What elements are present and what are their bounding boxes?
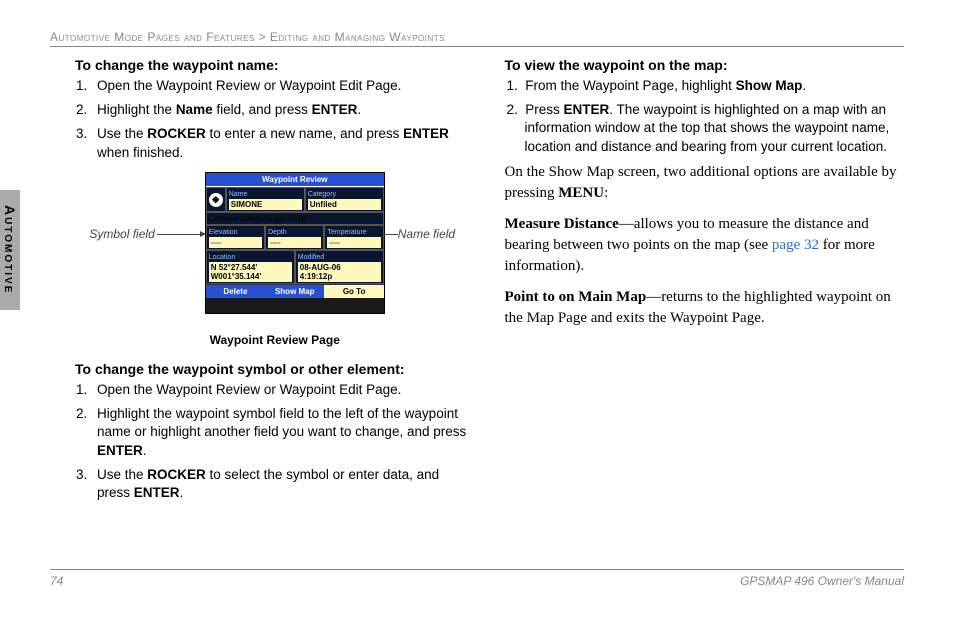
device-screenshot: Waypoint Review ◆ NameSIMONE CategoryUnf… — [205, 172, 385, 314]
step: 1. From the Waypoint Page, highlight Sho… — [525, 77, 905, 95]
page-link[interactable]: page 32 — [772, 237, 819, 253]
figure-waypoint-review: Symbol field Name field Waypoint Review … — [85, 172, 465, 327]
temperature-field: Temperature---- — [324, 225, 383, 250]
elevation-field: Elevation---- — [206, 225, 265, 250]
name-field: NameSIMONE — [226, 187, 305, 212]
step: Use the ROCKER to enter a new name, and … — [91, 125, 475, 161]
waypoint-symbol-icon: ◆ — [209, 193, 223, 207]
show-map-button: Show Map — [265, 285, 324, 298]
right-column: To view the waypoint on the map: 1. From… — [505, 57, 905, 512]
figure-caption: Waypoint Review Page — [75, 333, 475, 347]
breadcrumb: Automotive Mode Pages and Features > Edi… — [50, 30, 904, 47]
page-number: 74 — [50, 574, 63, 588]
comment-field: Comment08-AUG-06 10:19 — [206, 212, 384, 225]
location-field: LocationN 52°27.544'W001°35.144' — [206, 250, 295, 284]
body-text: Point to on Main Map—returns to the high… — [505, 287, 905, 329]
left-column: To change the waypoint name: Open the Wa… — [75, 57, 475, 512]
footer-title: GPSMAP 496 Owner's Manual — [740, 574, 904, 588]
step: Highlight the Name field, and press ENTE… — [91, 101, 475, 119]
modified-field: Modified08-AUG-064:19:12p — [295, 250, 384, 284]
step: Open the Waypoint Review or Waypoint Edi… — [91, 77, 475, 95]
category-field: CategoryUnfiled — [305, 187, 384, 212]
callout-name-field: Name field — [398, 227, 463, 241]
heading-change-symbol: To change the waypoint symbol or other e… — [75, 361, 475, 377]
steps-change-symbol: Open the Waypoint Review or Waypoint Edi… — [75, 381, 475, 502]
footer: 74 GPSMAP 496 Owner's Manual — [50, 569, 904, 588]
body-text: On the Show Map screen, two additional o… — [505, 162, 905, 204]
heading-change-name: To change the waypoint name: — [75, 57, 475, 73]
depth-field: Depth---- — [265, 225, 324, 250]
step: Highlight the waypoint symbol field to t… — [91, 405, 475, 460]
callout-symbol-field: Symbol field — [85, 227, 155, 241]
symbol-field: ◆ — [206, 187, 226, 212]
side-tab-automotive: Automotive — [0, 190, 20, 310]
delete-button: Delete — [206, 285, 265, 298]
step: Use the ROCKER to select the symbol or e… — [91, 466, 475, 502]
side-tab-label: Automotive — [2, 205, 18, 294]
step: Open the Waypoint Review or Waypoint Edi… — [91, 381, 475, 399]
steps-change-name: Open the Waypoint Review or Waypoint Edi… — [75, 77, 475, 162]
go-to-button: Go To — [324, 285, 383, 298]
heading-view-map: To view the waypoint on the map: — [505, 57, 905, 73]
device-title: Waypoint Review — [206, 173, 384, 187]
step: 2. Press ENTER. The waypoint is highligh… — [525, 101, 905, 156]
body-text: Measure Distance—allows you to measure t… — [505, 214, 905, 277]
